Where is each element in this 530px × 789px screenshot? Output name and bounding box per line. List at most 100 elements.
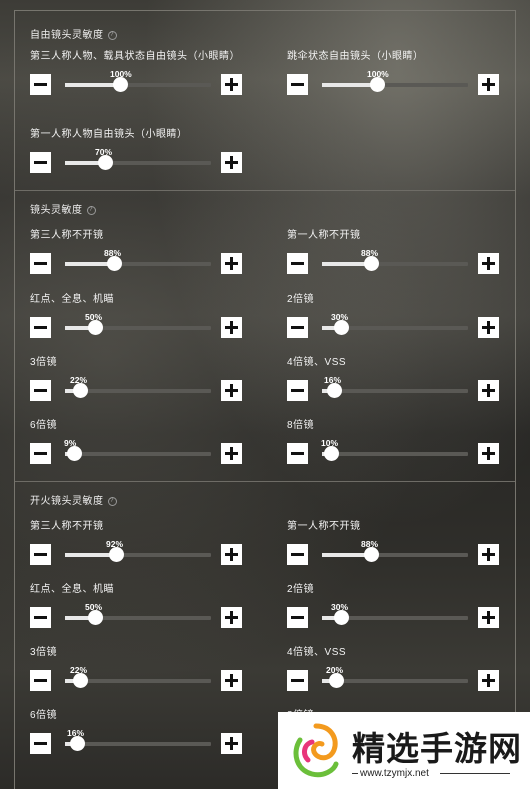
minus-icon[interactable] <box>287 74 308 95</box>
slider-knob[interactable] <box>70 736 85 751</box>
slider-value: 16% <box>324 375 342 385</box>
slider-knob[interactable] <box>324 446 339 461</box>
plus-icon[interactable] <box>221 317 242 338</box>
slider-track[interactable] <box>322 383 468 398</box>
plus-icon[interactable] <box>478 443 499 464</box>
info-icon[interactable]: ? <box>107 30 117 40</box>
watermark-divider <box>440 773 510 774</box>
control-label: 3倍镜 <box>30 647 58 658</box>
sensitivity-control: 第一人称不开镜 88% <box>287 517 517 567</box>
minus-icon[interactable] <box>287 544 308 565</box>
control-label: 3倍镜 <box>30 357 58 368</box>
sensitivity-control: 8倍镜 10% <box>287 416 517 466</box>
control-label: 6倍镜 <box>30 420 58 431</box>
slider-track[interactable] <box>322 673 468 688</box>
control-label: 6倍镜 <box>30 710 58 721</box>
minus-icon[interactable] <box>287 317 308 338</box>
slider-track[interactable] <box>65 610 211 625</box>
minus-icon[interactable] <box>30 733 51 754</box>
slider-track[interactable] <box>65 320 211 335</box>
plus-icon[interactable] <box>221 670 242 691</box>
minus-icon[interactable] <box>30 544 51 565</box>
minus-icon[interactable] <box>287 380 308 401</box>
plus-icon[interactable] <box>478 607 499 628</box>
slider-track[interactable] <box>65 673 211 688</box>
minus-icon[interactable] <box>30 152 51 173</box>
slider-track[interactable] <box>65 256 211 271</box>
slider-value: 20% <box>326 665 344 675</box>
plus-icon[interactable] <box>478 544 499 565</box>
minus-icon[interactable] <box>287 670 308 691</box>
slider-knob[interactable] <box>88 320 103 335</box>
slider-knob[interactable] <box>73 673 88 688</box>
slider-track[interactable] <box>322 446 468 461</box>
slider-knob[interactable] <box>329 673 344 688</box>
slider-track[interactable] <box>322 77 468 92</box>
sensitivity-control: 2倍镜 30% <box>287 290 517 340</box>
info-icon[interactable]: ? <box>107 496 117 506</box>
minus-icon[interactable] <box>30 607 51 628</box>
control-label: 4倍镜、VSS <box>287 357 347 368</box>
minus-icon[interactable] <box>287 607 308 628</box>
sensitivity-control: 红点、全息、机瞄 50% <box>30 580 260 630</box>
slider-fill <box>322 262 367 266</box>
slider-knob[interactable] <box>98 155 113 170</box>
slider-knob[interactable] <box>334 610 349 625</box>
control-label: 第一人称不开镜 <box>287 521 361 532</box>
plus-icon[interactable] <box>221 152 242 173</box>
slider-track[interactable] <box>65 383 211 398</box>
minus-icon[interactable] <box>30 317 51 338</box>
minus-icon[interactable] <box>30 670 51 691</box>
control-label: 2倍镜 <box>287 584 315 595</box>
plus-icon[interactable] <box>221 253 242 274</box>
minus-icon[interactable] <box>30 443 51 464</box>
slider-track[interactable] <box>322 320 468 335</box>
minus-icon[interactable] <box>30 253 51 274</box>
sensitivity-control: 2倍镜 30% <box>287 580 517 630</box>
minus-icon[interactable] <box>287 253 308 274</box>
plus-icon[interactable] <box>478 317 499 338</box>
plus-icon[interactable] <box>221 544 242 565</box>
plus-icon[interactable] <box>478 380 499 401</box>
slider-value: 30% <box>331 602 349 612</box>
plus-icon[interactable] <box>478 74 499 95</box>
slider-knob[interactable] <box>107 256 122 271</box>
slider-knob[interactable] <box>73 383 88 398</box>
plus-icon[interactable] <box>478 670 499 691</box>
slider-track[interactable] <box>322 547 468 562</box>
slider-fill <box>65 553 112 557</box>
slider-track[interactable] <box>65 155 211 170</box>
slider-track[interactable] <box>65 547 211 562</box>
slider-track[interactable] <box>65 77 211 92</box>
slider-knob[interactable] <box>88 610 103 625</box>
slider-fill <box>65 161 101 165</box>
watermark-divider <box>352 773 358 774</box>
slider-knob[interactable] <box>364 547 379 562</box>
section-divider <box>15 481 515 482</box>
slider-value: 50% <box>85 312 103 322</box>
slider-track[interactable] <box>322 256 468 271</box>
slider-knob[interactable] <box>67 446 82 461</box>
minus-icon[interactable] <box>287 443 308 464</box>
info-icon[interactable]: ? <box>86 205 96 215</box>
minus-icon[interactable] <box>30 380 51 401</box>
slider-fill <box>65 262 110 266</box>
plus-icon[interactable] <box>221 733 242 754</box>
sensitivity-control: 第三人称人物、载具状态自由镜头（小眼睛） 100% <box>30 47 260 97</box>
plus-icon[interactable] <box>221 607 242 628</box>
plus-icon[interactable] <box>221 443 242 464</box>
slider-track[interactable] <box>65 446 211 461</box>
plus-icon[interactable] <box>478 253 499 274</box>
plus-icon[interactable] <box>221 380 242 401</box>
minus-icon[interactable] <box>30 74 51 95</box>
slider-knob[interactable] <box>370 77 385 92</box>
slider-track[interactable] <box>65 736 211 751</box>
slider-knob[interactable] <box>109 547 124 562</box>
slider-knob[interactable] <box>327 383 342 398</box>
slider-knob[interactable] <box>334 320 349 335</box>
plus-icon[interactable] <box>221 74 242 95</box>
slider-knob[interactable] <box>364 256 379 271</box>
slider-knob[interactable] <box>113 77 128 92</box>
slider-track[interactable] <box>322 610 468 625</box>
slider-value: 88% <box>361 539 379 549</box>
